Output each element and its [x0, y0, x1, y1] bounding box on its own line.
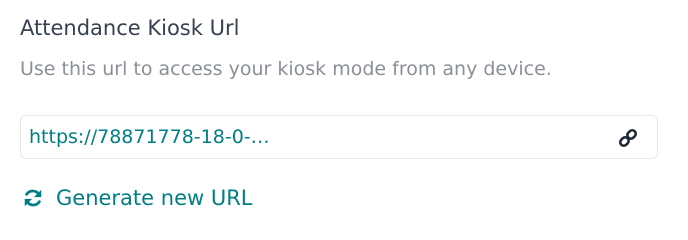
- kiosk-url-text[interactable]: https://78871778-18-0-…: [29, 126, 270, 148]
- kiosk-url-field[interactable]: https://78871778-18-0-…: [20, 115, 658, 159]
- refresh-icon: [22, 187, 44, 209]
- setting-description: Use this url to access your kiosk mode f…: [20, 58, 552, 80]
- link-icon[interactable]: [616, 126, 640, 150]
- setting-title: Attendance Kiosk Url: [20, 16, 240, 40]
- generate-new-url-label: Generate new URL: [56, 186, 253, 210]
- generate-new-url-button[interactable]: Generate new URL: [22, 182, 253, 214]
